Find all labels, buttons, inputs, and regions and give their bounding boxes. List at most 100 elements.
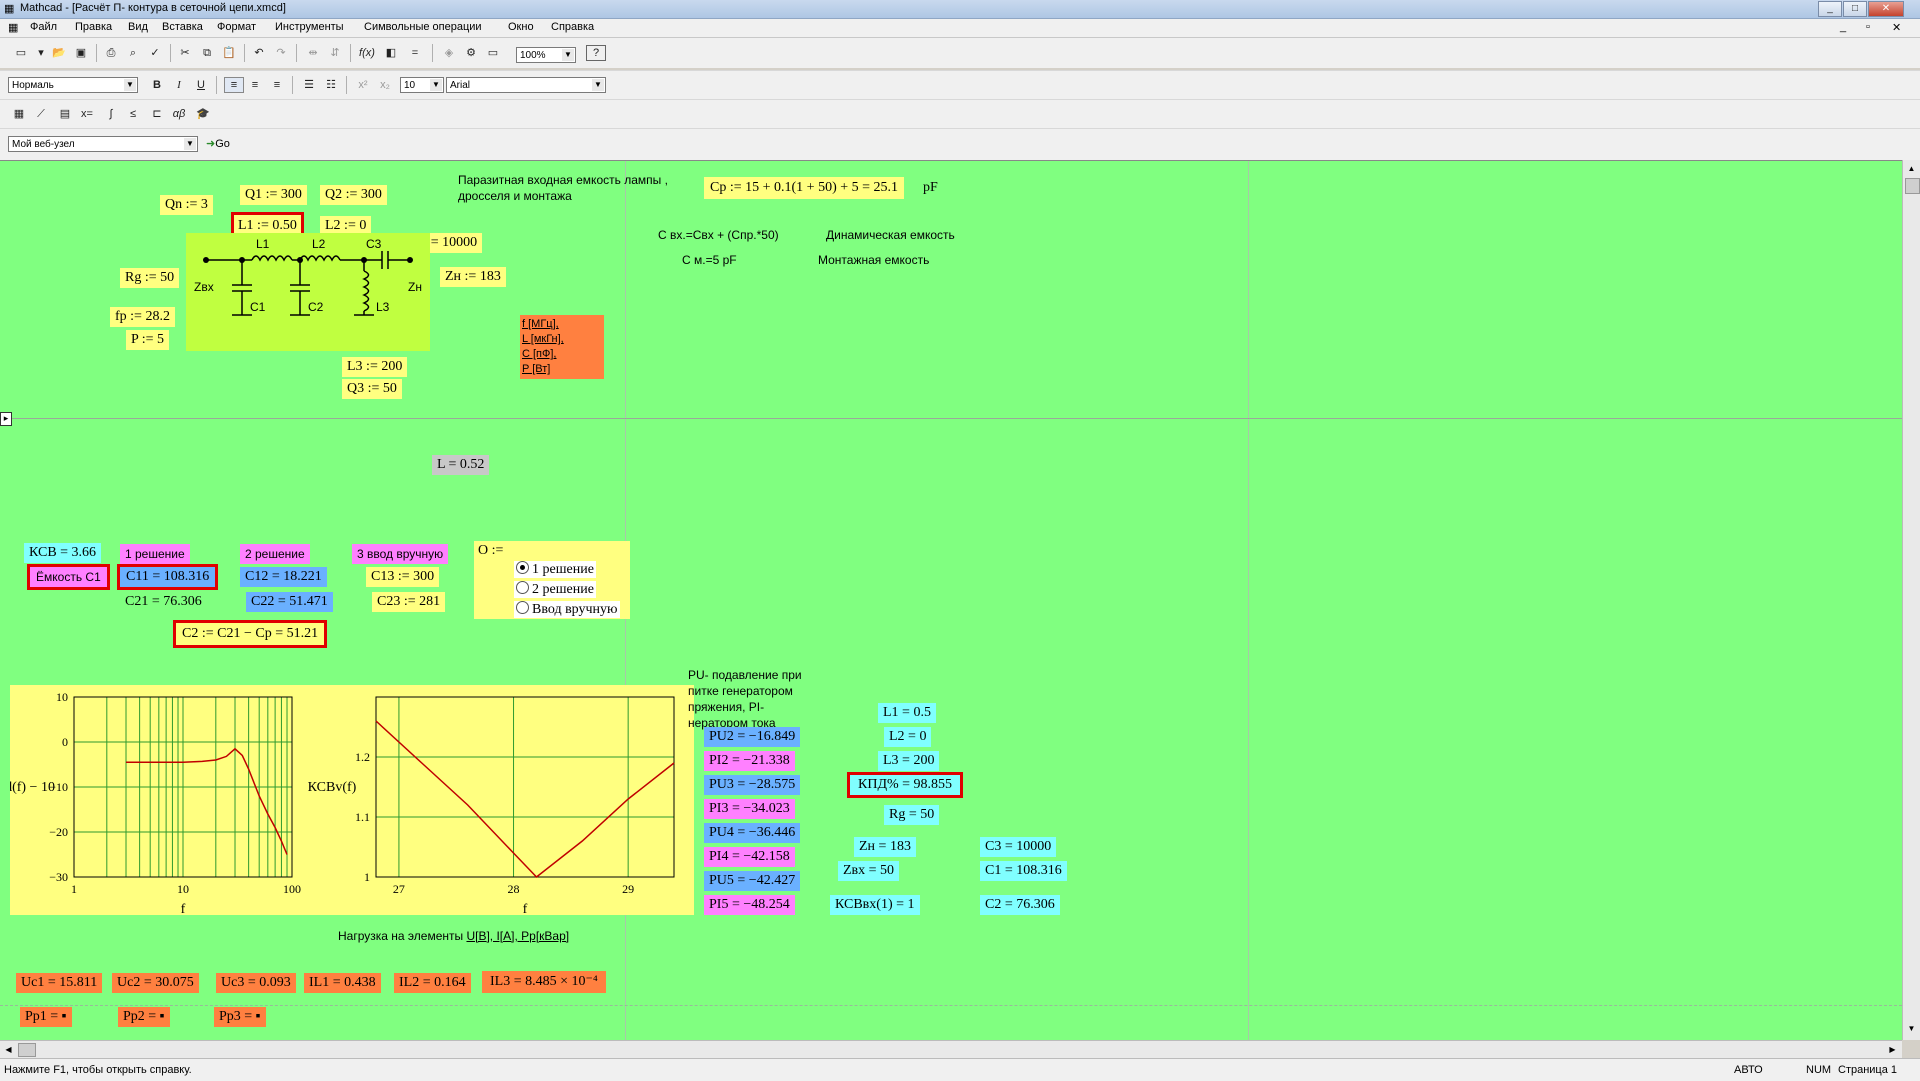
save-icon[interactable]: ▣ — [72, 45, 90, 61]
close-button[interactable]: ✕ — [1868, 1, 1904, 17]
help-icon[interactable]: ? — [586, 45, 606, 61]
zn-definition[interactable]: Zн := 183 — [440, 267, 506, 287]
menu-view[interactable]: Вид — [128, 21, 148, 33]
pu5-result[interactable]: PU5 = −42.427 — [704, 871, 801, 891]
pp2-result[interactable]: Pp2 = ▪ — [118, 1007, 170, 1027]
pi3-result[interactable]: PI3 = −34.023 — [704, 799, 795, 819]
calculate-icon[interactable]: = — [406, 45, 424, 61]
calculator-icon[interactable]: ▦ — [10, 106, 28, 122]
c2-equation[interactable]: C2 := C21 − Cp = 51.21 — [172, 620, 328, 648]
doc-close-button[interactable]: ✕ — [1892, 21, 1901, 34]
component-icon[interactable]: ⚙ — [462, 45, 480, 61]
il2-result[interactable]: IL2 = 0.164 — [394, 973, 471, 993]
rg-definition[interactable]: Rg := 50 — [120, 268, 180, 288]
redo-icon[interactable]: ↷ — [272, 45, 290, 61]
menu-insert[interactable]: Вставка — [162, 21, 203, 33]
font-size-select[interactable]: 10 ▼ — [400, 77, 444, 93]
programming-icon[interactable]: ⊏ — [148, 106, 166, 122]
c1-result[interactable]: C1 = 108.316 — [980, 861, 1067, 881]
il3-result[interactable]: IL3 = 8.485 × 10⁻⁴ — [482, 971, 606, 993]
matrix-icon[interactable]: ▤ — [56, 106, 74, 122]
print-icon[interactable]: ⎙ — [102, 45, 120, 61]
c22-result[interactable]: C22 = 51.471 — [246, 592, 333, 612]
bullets-icon[interactable]: ☰ — [300, 77, 318, 93]
uc1-result[interactable]: Uc1 = 15.811 — [16, 973, 103, 993]
style-select[interactable]: Нормаль ▼ — [8, 77, 138, 93]
pp1-result[interactable]: Pp1 = ▪ — [20, 1007, 72, 1027]
efficiency-result[interactable]: КПД% = 98.855 — [846, 772, 964, 798]
pi2-result[interactable]: PI2 = −21.338 — [704, 751, 795, 771]
menu-format[interactable]: Формат — [217, 21, 256, 33]
align-down-icon[interactable]: ⇵ — [326, 45, 344, 61]
q2-definition[interactable]: Q2 := 300 — [320, 185, 387, 205]
pu3-result[interactable]: PU3 = −28.575 — [704, 775, 801, 795]
scroll-thumb[interactable] — [18, 1043, 36, 1057]
web-location-select[interactable]: Мой веб-узел ▼ — [8, 136, 198, 152]
pu4-result[interactable]: PU4 = −36.446 — [704, 823, 801, 843]
underline-button[interactable]: U — [192, 77, 210, 93]
greek-icon[interactable]: αβ — [170, 106, 188, 122]
align-across-icon[interactable]: ⇹ — [304, 45, 322, 61]
p-definition[interactable]: P := 5 — [126, 330, 170, 350]
l2-result[interactable]: L2 = 0 — [884, 727, 932, 747]
open-icon[interactable]: 📂 — [50, 45, 68, 61]
radio-solution-1[interactable]: 1 решение — [514, 561, 596, 578]
calculus-icon[interactable]: ∫ — [102, 106, 120, 122]
evaluation-icon[interactable]: x= — [78, 106, 96, 122]
align-right-icon[interactable]: ≡ — [268, 77, 286, 93]
pu2-result[interactable]: PU2 = −16.849 — [704, 727, 801, 747]
menu-file[interactable]: Файл — [30, 21, 57, 33]
pi4-result[interactable]: PI4 = −42.158 — [704, 847, 795, 867]
align-left-icon[interactable]: ≡ — [224, 77, 244, 93]
c3-result[interactable]: C3 = 10000 — [980, 837, 1057, 857]
print-preview-icon[interactable]: ⌕ — [124, 45, 142, 61]
doc-restore-button[interactable]: ▫ — [1866, 21, 1870, 33]
scroll-thumb[interactable] — [1905, 178, 1920, 194]
zvx-result[interactable]: Zвх = 50 — [838, 861, 900, 881]
l-result[interactable]: L = 0.52 — [432, 455, 490, 475]
c11-result[interactable]: C11 = 108.316 — [116, 564, 219, 590]
uc3-result[interactable]: Uc3 = 0.093 — [216, 973, 296, 993]
font-select[interactable]: Arial ▼ — [446, 77, 606, 93]
plots-region[interactable]: 1 10 100 10 0 −10 −20 −30 d(f) − 10 f 27 28 29 1.2 1.1… — [5, 685, 694, 917]
paste-icon[interactable]: 📋 — [220, 45, 238, 61]
italic-button[interactable]: I — [170, 77, 188, 93]
resource-icon[interactable]: ◈ — [440, 45, 458, 61]
menu-help[interactable]: Справка — [551, 21, 594, 33]
cp-equation[interactable]: Cp := 15 + 0.1(1 + 50) + 5 = 25.1 — [704, 177, 905, 199]
menu-symbolic[interactable]: Символьные операции — [364, 21, 482, 33]
graph-icon[interactable]: ⟋ — [32, 106, 50, 122]
minimize-button[interactable]: _ — [1818, 1, 1842, 17]
c12-result[interactable]: C12 = 18.221 — [240, 567, 327, 587]
bold-button[interactable]: B — [148, 77, 166, 93]
menu-window[interactable]: Окно — [508, 21, 534, 33]
numbering-icon[interactable]: ☷ — [322, 77, 340, 93]
menu-edit[interactable]: Правка — [75, 21, 112, 33]
scroll-right-icon[interactable]: ▶ — [1886, 1043, 1899, 1056]
copy-icon[interactable]: ⧉ — [198, 45, 216, 61]
fp-definition[interactable]: fp := 28.2 — [110, 307, 175, 327]
zn-result[interactable]: Zн = 183 — [854, 837, 916, 857]
window-icon[interactable]: ▭ — [484, 45, 502, 61]
vertical-scrollbar[interactable]: ▲ ▼ — [1902, 160, 1920, 1040]
zoom-select[interactable]: 100% ▼ — [516, 47, 576, 63]
new-icon[interactable]: ▭ — [12, 45, 30, 61]
c21-result[interactable]: C21 = 76.306 — [120, 592, 207, 612]
chevron-down-icon[interactable]: ▾ — [32, 45, 50, 61]
maximize-button[interactable]: □ — [1843, 1, 1867, 17]
boolean-icon[interactable]: ≤ — [124, 106, 142, 122]
q1-definition[interactable]: Q1 := 300 — [240, 185, 307, 205]
qn-definition[interactable]: Qn := 3 — [160, 195, 213, 215]
c13-definition[interactable]: C13 := 300 — [366, 567, 440, 587]
undo-icon[interactable]: ↶ — [250, 45, 268, 61]
insert-function-icon[interactable]: f(x) — [358, 45, 376, 61]
doc-minimize-button[interactable]: _ — [1840, 21, 1846, 33]
menu-tools[interactable]: Инструменты — [275, 21, 344, 33]
collapse-arrow-icon[interactable]: ▸ — [0, 412, 12, 426]
rg-result[interactable]: Rg = 50 — [884, 805, 940, 825]
scroll-up-icon[interactable]: ▲ — [1905, 162, 1918, 175]
radio-manual[interactable]: Ввод вручную — [514, 601, 620, 618]
c2-result[interactable]: C2 = 76.306 — [980, 895, 1060, 915]
align-center-icon[interactable]: ≡ — [246, 77, 264, 93]
symbolic-icon[interactable]: 🎓 — [194, 106, 212, 122]
